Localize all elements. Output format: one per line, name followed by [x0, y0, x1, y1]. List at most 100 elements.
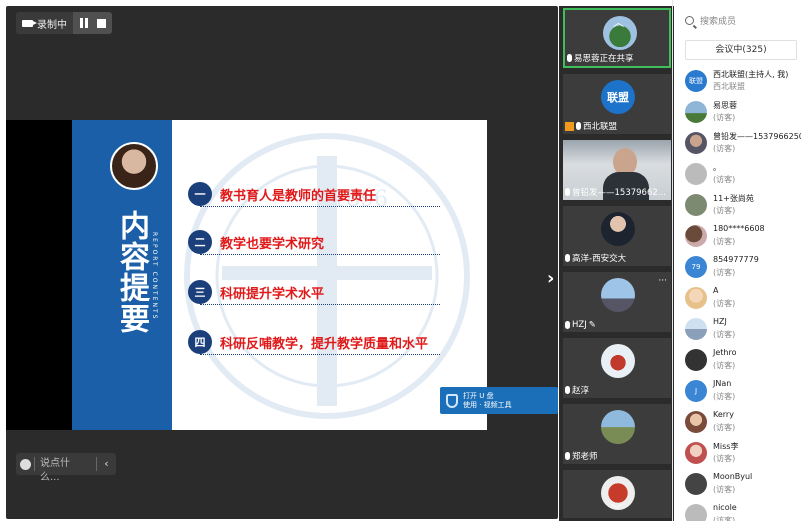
in-meeting-tab[interactable]: 会议中(325) — [685, 40, 797, 60]
thumb-sharing[interactable]: ︿ 易思蓉正在共享 — [563, 8, 671, 68]
mic-icon — [565, 386, 570, 394]
member-name: HZJ — [713, 317, 727, 326]
member-avatar — [685, 287, 707, 309]
shared-slide: 内容提要 REPORT CONTENTS 1896 一 教书育人是教师的首要责任… — [72, 120, 487, 430]
chevron-down-icon[interactable]: ﹀ — [611, 501, 622, 517]
slide-letterbox — [6, 120, 72, 430]
member-row[interactable]: A (访客) — [685, 285, 801, 315]
member-row[interactable]: Jethro (访客) — [685, 347, 801, 377]
item-text: 教学也要学术研究 — [220, 236, 325, 252]
member-row[interactable]: 联盟 西北联盟(主持人, 我) 西北联盟 — [685, 68, 801, 98]
recording-indicator: 录制中 — [16, 12, 73, 34]
member-name: A — [713, 286, 719, 295]
chat-input[interactable]: 说点什么... — [34, 457, 96, 483]
member-row[interactable]: 180****6608 (访客) — [685, 223, 801, 253]
chevron-right-icon[interactable]: › — [547, 268, 554, 289]
thumb-zhaochun[interactable]: 赵淳 — [563, 338, 671, 398]
member-row[interactable]: Miss李 (访客) — [685, 440, 801, 470]
member-avatar — [685, 318, 707, 340]
item-number: 一 — [188, 182, 212, 206]
member-row[interactable]: nicole (访客) — [685, 502, 801, 521]
member-row[interactable]: 79 854977779 (访客) — [685, 254, 801, 284]
thumb-label-text: 郑老师 — [572, 452, 598, 462]
thumb-xibei[interactable]: 联盟 西北联盟 — [563, 74, 671, 134]
mic-icon — [565, 452, 570, 460]
item-text: 教书育人是教师的首要责任 — [220, 188, 377, 204]
recording-label: 录制中 — [37, 19, 67, 31]
thumb-label-text: HZJ — [572, 320, 587, 330]
member-avatar — [685, 132, 707, 154]
member-avatar — [685, 349, 707, 371]
slide-title: 内容提要 — [114, 210, 149, 334]
thumb-video[interactable]: 曾铅发——15379662... — [563, 140, 671, 200]
member-name: 854977779 — [713, 255, 759, 264]
main-video-stage: 录制中 内容提要 REPORT CONTENTS 1896 一 教书育人是教师的… — [6, 6, 558, 519]
thumb-gaoyang[interactable]: 高洋-西安交大 — [563, 206, 671, 266]
member-name: 。 — [713, 163, 721, 172]
member-role: (访客) — [713, 485, 736, 494]
member-role: (访客) — [713, 206, 736, 215]
member-row[interactable]: 曾铅发——15379662509 (访客) — [685, 130, 801, 160]
member-avatar — [685, 504, 707, 521]
pencil-icon: ✎ — [588, 320, 596, 330]
member-role: (访客) — [713, 113, 736, 122]
slide-item-1: 一 教书育人是教师的首要责任 — [188, 182, 376, 206]
search-input[interactable]: 搜索成员 — [700, 14, 736, 27]
chevron-up-icon[interactable]: ︿ — [613, 14, 624, 30]
member-row[interactable]: Kerry (访客) — [685, 409, 801, 439]
member-row[interactable]: 11+张尚苑 (访客) — [685, 192, 801, 222]
item-number: 四 — [188, 330, 212, 354]
member-role: (访客) — [713, 144, 736, 153]
member-role: (访客) — [713, 361, 736, 370]
member-role: (访客) — [713, 237, 736, 246]
slide-item-4: 四 科研反哺教学，提升教学质量和水平 — [188, 330, 428, 354]
item-divider — [200, 304, 440, 305]
member-row[interactable]: J JNan (访客) — [685, 378, 801, 408]
member-row[interactable]: MoonByul (访客) — [685, 471, 801, 501]
thumb-hzj[interactable]: ··· HZJ ✎ — [563, 272, 671, 332]
usb-popup[interactable]: 打开 U 盘 使用 · 视频工具 — [440, 387, 558, 414]
member-name: Kerry — [713, 410, 734, 419]
emoji-button[interactable] — [16, 453, 34, 475]
mic-icon — [567, 54, 572, 62]
participant-avatar: 联盟 — [601, 80, 635, 114]
participant-avatar — [601, 278, 635, 312]
item-divider — [200, 206, 440, 207]
participant-avatar — [601, 410, 635, 444]
presenter-photo — [110, 142, 158, 190]
member-avatar — [685, 442, 707, 464]
member-row[interactable]: HZJ (访客) — [685, 316, 801, 346]
member-role: (访客) — [713, 175, 736, 184]
collapse-chat-button[interactable]: ‹ — [96, 457, 116, 471]
popup-line-1: 打开 U 盘 — [463, 391, 494, 400]
member-row[interactable]: 易思蓉 (访客) — [685, 99, 801, 129]
shield-icon — [446, 393, 458, 408]
smile-icon — [19, 458, 31, 470]
pause-recording-button[interactable] — [79, 18, 89, 28]
member-row[interactable]: 。 (访客) — [685, 161, 801, 191]
member-role: 西北联盟 — [713, 82, 745, 91]
participant-avatar — [601, 212, 635, 246]
member-search[interactable]: 搜索成员 — [685, 14, 736, 27]
member-name: MoonByul — [713, 472, 753, 481]
thumb-partial[interactable]: ﹀ — [563, 470, 671, 518]
chat-bar: 说点什么... ‹ — [16, 453, 116, 483]
member-avatar: 联盟 — [685, 70, 707, 92]
member-role: (访客) — [713, 392, 736, 401]
mic-icon — [565, 321, 570, 329]
university-watermark: 1896 — [184, 133, 470, 419]
thumb-label: 西北联盟 — [565, 120, 617, 132]
thumb-zheng[interactable]: 郑老师 — [563, 404, 671, 464]
member-avatar — [685, 473, 707, 495]
stop-recording-button[interactable] — [97, 18, 106, 28]
member-role: (访客) — [713, 268, 736, 277]
thumb-label: 赵淳 — [565, 384, 589, 396]
member-role: (访客) — [713, 516, 736, 521]
thumb-label: HZJ ✎ — [565, 320, 596, 330]
member-avatar — [685, 101, 707, 123]
item-number: 二 — [188, 230, 212, 254]
member-role: (访客) — [713, 454, 736, 463]
member-name: Jethro — [713, 348, 737, 357]
more-icon[interactable]: ··· — [658, 276, 667, 286]
thumb-label: 郑老师 — [565, 450, 598, 462]
